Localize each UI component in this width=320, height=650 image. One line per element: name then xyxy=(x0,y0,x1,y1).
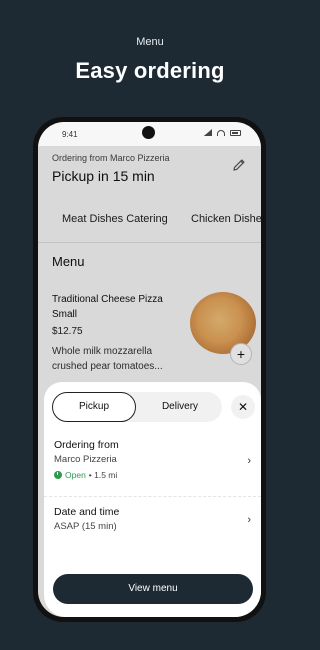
view-menu-button[interactable]: View menu xyxy=(53,574,253,604)
status-time: 9:41 xyxy=(62,130,78,139)
camera-cutout xyxy=(142,126,155,139)
status-icons xyxy=(204,129,241,136)
promo-subtitle: Menu xyxy=(136,36,164,48)
battery-icon xyxy=(230,129,241,136)
phone-screen: 9:41 Ordering from Marco Pizzeria Pickup… xyxy=(38,122,261,617)
signal-icon xyxy=(204,129,212,136)
fulfillment-toggle: Pickup Delivery xyxy=(52,392,222,422)
delivery-option[interactable]: Delivery xyxy=(138,392,222,422)
distance-text: • 1.5 mi xyxy=(88,470,118,480)
pickup-option[interactable]: Pickup xyxy=(52,392,136,422)
order-options-sheet: Pickup Delivery ✕ Ordering from Marco Pi… xyxy=(44,382,261,617)
open-status-text: Open xyxy=(65,470,86,480)
restaurant-status: Open • 1.5 mi xyxy=(54,470,117,480)
status-bar: 9:41 xyxy=(38,122,261,146)
chevron-right-icon: › xyxy=(247,514,251,526)
ordering-from-title: Ordering from xyxy=(54,439,119,451)
wifi-icon xyxy=(217,129,225,136)
date-time-title: Date and time xyxy=(54,506,120,518)
promo-title: Easy ordering xyxy=(75,58,225,83)
clock-icon xyxy=(54,471,62,479)
restaurant-name: Marco Pizzeria xyxy=(54,454,117,465)
phone-frame: 9:41 Ordering from Marco Pizzeria Pickup… xyxy=(33,117,266,622)
ordering-from-row[interactable]: Ordering from Marco Pizzeria Open • 1.5 … xyxy=(44,437,261,497)
chevron-right-icon: › xyxy=(247,455,251,467)
date-time-value: ASAP (15 min) xyxy=(54,521,117,532)
close-button[interactable]: ✕ xyxy=(231,395,255,419)
date-time-row[interactable]: Date and time ASAP (15 min) › xyxy=(44,504,261,544)
